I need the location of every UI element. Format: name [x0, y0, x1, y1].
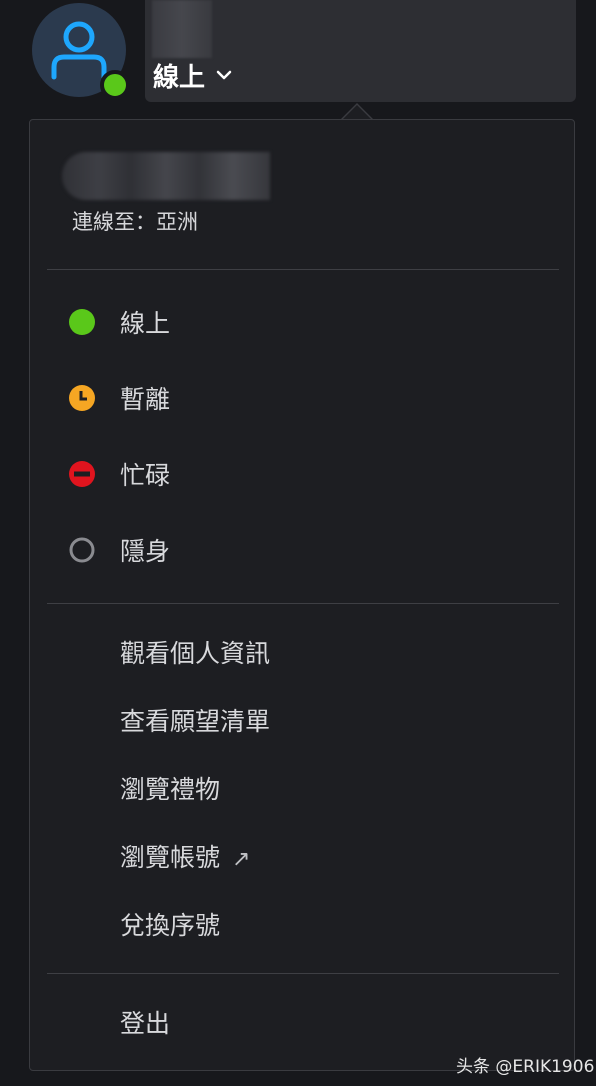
menu-item-browse-account[interactable]: 瀏覽帳號 ↗ — [47, 826, 559, 886]
menu-item-browse-gifts[interactable]: 瀏覽禮物 — [47, 758, 559, 818]
status-option-label: 線上 — [120, 309, 171, 338]
invisible-ring-icon — [69, 537, 95, 563]
busy-minus-icon — [69, 461, 95, 487]
status-option-label: 忙碌 — [120, 461, 171, 490]
menu-item-label: 瀏覽禮物 — [120, 775, 221, 804]
menu-item-label: 兌換序號 — [120, 911, 221, 940]
logout-label: 登出 — [120, 1009, 171, 1038]
watermark: 头条 @ERIK1906 — [456, 1057, 595, 1077]
menu-item-view-profile[interactable]: 觀看個人資訊 — [47, 622, 559, 682]
status-option-away[interactable]: 暫離 — [47, 368, 559, 428]
menu-item-view-wishlist[interactable]: 查看願望清單 — [47, 690, 559, 750]
chevron-down-icon — [216, 70, 232, 80]
logout-button[interactable]: 登出 — [47, 992, 559, 1052]
menu-item-redeem-code[interactable]: 兌換序號 — [47, 894, 559, 954]
status-option-online[interactable]: 線上 — [47, 292, 559, 352]
status-option-invisible[interactable]: 隱身 — [47, 520, 559, 580]
region-text: 連線至：亞洲 — [72, 210, 198, 234]
online-dot-icon — [69, 309, 95, 335]
menu-item-label: 觀看個人資訊 — [120, 639, 271, 668]
menu-item-label: 查看願望清單 — [120, 707, 271, 736]
status-menu: 連線至：亞洲 線上 暫離 忙碌 隱身 觀看個人資訊 查看願望清單 瀏覽禮物 瀏覽… — [29, 119, 575, 1071]
current-status-label: 線上 — [153, 62, 206, 93]
away-clock-icon — [69, 385, 95, 411]
presence-indicator-icon — [100, 70, 130, 100]
status-option-busy[interactable]: 忙碌 — [47, 444, 559, 504]
redacted-account-name — [62, 152, 270, 200]
redacted-username — [152, 0, 212, 58]
status-option-label: 暫離 — [120, 385, 171, 414]
menu-item-label: 瀏覽帳號 — [120, 843, 221, 872]
external-link-icon: ↗ — [232, 847, 251, 872]
divider — [47, 269, 559, 270]
divider — [47, 973, 559, 974]
status-dropdown-toggle[interactable]: 線上 — [153, 58, 233, 93]
user-icon — [51, 21, 107, 80]
divider — [47, 603, 559, 604]
status-option-label: 隱身 — [120, 537, 171, 566]
